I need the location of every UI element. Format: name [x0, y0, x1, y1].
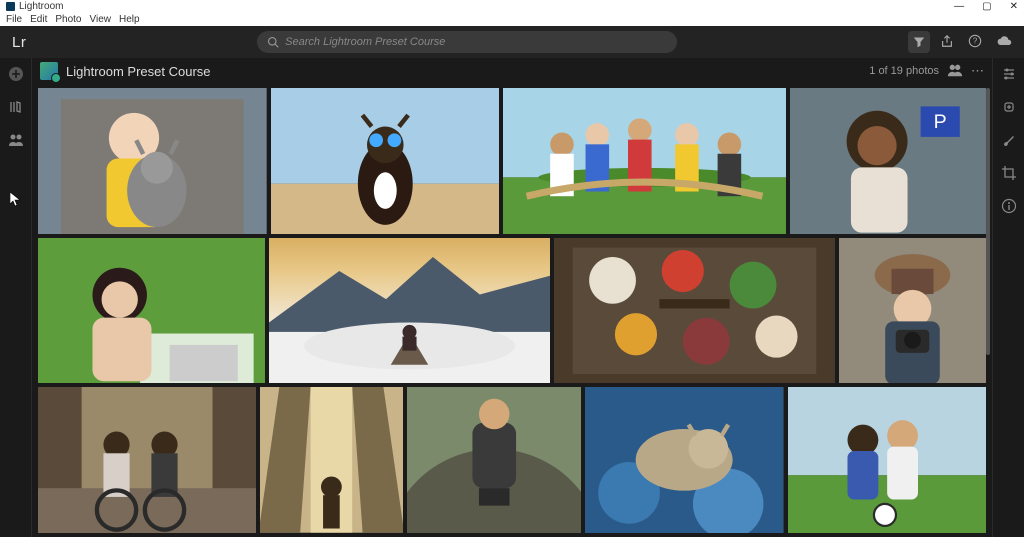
photo-thumbnail[interactable]: P	[790, 88, 986, 234]
left-rail	[0, 58, 32, 537]
heal-icon[interactable]	[1001, 99, 1017, 118]
photo-thumbnail[interactable]	[788, 387, 986, 533]
photo-thumbnail[interactable]	[38, 387, 256, 533]
photo-thumbnail[interactable]	[585, 387, 783, 533]
photo-thumbnail[interactable]	[554, 238, 835, 384]
menu-edit[interactable]: Edit	[30, 14, 47, 25]
window-maximize-button[interactable]: ▢	[982, 1, 991, 12]
search-placeholder: Search Lightroom Preset Course	[285, 36, 445, 48]
add-icon[interactable]	[8, 66, 24, 85]
window-minimize-button[interactable]: —	[954, 1, 964, 12]
library-icon[interactable]	[8, 99, 24, 118]
share-icon[interactable]	[940, 34, 954, 51]
menu-view[interactable]: View	[90, 14, 112, 25]
photo-thumbnail[interactable]	[260, 387, 403, 533]
main-panel: Lightroom Preset Course 1 of 19 photos ⋯	[32, 58, 992, 537]
window-title-bar: Lightroom — ▢ ✕	[0, 0, 1024, 13]
info-icon[interactable]	[1001, 198, 1017, 217]
photo-count-label: 1 of 19 photos	[869, 65, 939, 77]
photo-thumbnail[interactable]	[38, 88, 267, 234]
menu-photo[interactable]: Photo	[55, 14, 81, 25]
help-icon[interactable]: ?	[968, 34, 982, 51]
sliders-icon[interactable]	[1001, 66, 1017, 85]
search-input[interactable]: Search Lightroom Preset Course	[257, 31, 677, 53]
funnel-icon	[913, 36, 925, 48]
top-bar: Lr Search Lightroom Preset Course ?	[0, 26, 1024, 58]
window-close-button[interactable]: ✕	[1010, 1, 1018, 12]
album-header: Lightroom Preset Course 1 of 19 photos ⋯	[32, 58, 992, 84]
header-people-icon[interactable]	[947, 63, 963, 80]
menu-file[interactable]: File	[6, 14, 22, 25]
scrollbar[interactable]	[986, 88, 990, 533]
photo-grid: P	[38, 88, 986, 533]
scrollbar-thumb[interactable]	[986, 88, 990, 355]
photo-thumbnail[interactable]	[407, 387, 582, 533]
photo-thumbnail[interactable]	[38, 238, 265, 384]
app-logo: Lr	[12, 34, 26, 51]
crop-icon[interactable]	[1001, 165, 1017, 184]
right-rail	[992, 58, 1024, 537]
search-icon	[267, 36, 279, 48]
app-icon	[6, 2, 15, 11]
photo-thumbnail[interactable]	[503, 88, 786, 234]
photo-thumbnail[interactable]	[269, 238, 550, 384]
svg-text:?: ?	[973, 36, 978, 45]
brush-icon[interactable]	[1001, 132, 1017, 151]
album-title: Lightroom Preset Course	[66, 64, 211, 79]
more-icon[interactable]: ⋯	[971, 63, 984, 79]
photo-thumbnail[interactable]	[839, 238, 986, 384]
photo-thumbnail[interactable]	[271, 88, 500, 234]
album-thumbnail-icon	[40, 62, 58, 80]
window-title: Lightroom	[19, 1, 63, 12]
people-icon[interactable]	[8, 132, 24, 151]
menu-bar: File Edit Photo View Help	[0, 13, 1024, 26]
cloud-icon[interactable]	[996, 34, 1012, 51]
svg-text:P: P	[934, 111, 947, 133]
menu-help[interactable]: Help	[119, 14, 140, 25]
filter-button[interactable]	[908, 31, 930, 53]
